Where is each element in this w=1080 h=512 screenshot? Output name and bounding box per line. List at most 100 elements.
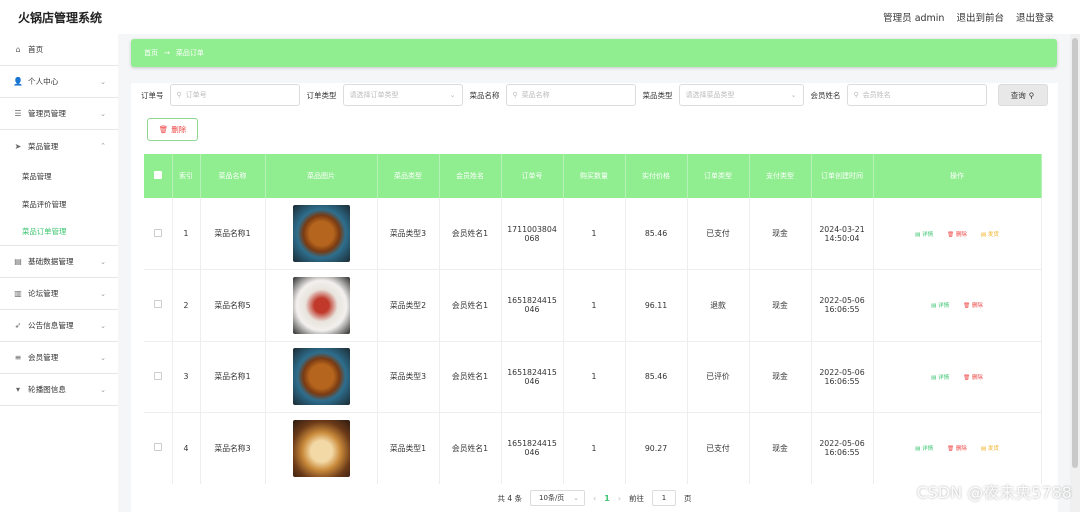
- prev-page-button[interactable]: ‹: [593, 494, 596, 503]
- home-icon: ⌂: [15, 45, 21, 54]
- table-row: 2 菜品名称5 菜品类型2 会员姓名1 1651824415 046 1 96.1…: [144, 269, 1042, 342]
- column-header[interactable]: 会员姓名: [439, 154, 502, 198]
- sidebar-item-personal-center[interactable]: 👤 个人中心 ⌄: [0, 66, 118, 98]
- dish-type-cell: 菜品类型1: [377, 412, 440, 485]
- delete-button[interactable]: 🗑 删除: [947, 230, 967, 238]
- pay-type-cell: 现金: [749, 341, 812, 413]
- column-header[interactable]: 购买数量: [563, 154, 626, 198]
- order-no-line2: 068: [524, 233, 540, 243]
- table-row: 4 菜品名称3 菜品类型1 会员姓名1 1651824415 046 1 90.2…: [144, 412, 1042, 485]
- column-header[interactable]: 支付类型: [749, 154, 812, 198]
- search-icon: ⚲: [853, 91, 859, 99]
- next-page-button[interactable]: ›: [618, 494, 621, 503]
- dish-image[interactable]: [292, 276, 350, 334]
- column-header[interactable]: 菜品名称: [200, 154, 266, 198]
- index-cell: 4: [172, 412, 201, 485]
- dish-type-select[interactable]: 请选择菜品类型 ⌄: [678, 84, 804, 106]
- sidebar-subitem-dish[interactable]: 菜品管理: [0, 162, 118, 190]
- dish-image[interactable]: [292, 419, 350, 477]
- order-type-select[interactable]: 请选择订单类型 ⌄: [342, 84, 463, 106]
- column-header[interactable]: 菜品图片: [265, 154, 378, 198]
- scrollbar-thumb[interactable]: [1072, 38, 1078, 468]
- sidebar-item-carousel[interactable]: ▾ 轮播图信息 ⌄: [0, 374, 118, 406]
- delete-button[interactable]: 🗑 删除: [963, 373, 983, 381]
- detail-button[interactable]: ▤ 详情: [915, 230, 933, 238]
- sidebar-item-label: 首页: [28, 45, 44, 54]
- sidebar-item-forum[interactable]: ▥ 论坛管理 ⌄: [0, 278, 118, 310]
- vertical-scrollbar[interactable]: [1070, 34, 1080, 512]
- dish-image[interactable]: [292, 205, 350, 262]
- ship-button[interactable]: ▤ 发货: [981, 444, 999, 452]
- dish-name-placeholder: 菜品名称: [521, 91, 550, 99]
- created-date: 2022-05-06: [819, 439, 865, 449]
- delete-button[interactable]: 🗑 删除: [963, 301, 983, 309]
- order-no-line1: 1711003804: [507, 224, 557, 234]
- column-header[interactable]: 订单类型: [687, 154, 750, 198]
- detail-button[interactable]: ▤ 详情: [915, 444, 933, 452]
- column-header[interactable]: 订单创建时间: [811, 154, 874, 198]
- sidebar-item-home[interactable]: ⌂ 首页: [0, 34, 118, 66]
- goto-page-input[interactable]: 1: [652, 490, 677, 506]
- member-name-input[interactable]: ⚲ 会员姓名: [846, 84, 987, 106]
- detail-button[interactable]: ▤ 详情: [931, 373, 949, 381]
- column-header[interactable]: 实付价格: [625, 154, 688, 198]
- sidebar-item-member[interactable]: ≡ 会员管理 ⌄: [0, 342, 118, 374]
- member-name-cell: 会员姓名1: [439, 341, 502, 413]
- admin-user-label: 管理员 admin: [883, 13, 945, 24]
- row-checkbox[interactable]: [153, 371, 162, 380]
- order-type-cell: 已支付: [687, 412, 750, 485]
- row-checkbox[interactable]: [153, 300, 162, 309]
- member-name-cell: 会员姓名1: [439, 198, 502, 270]
- created-time-cell: 2022-05-06 16:06:55: [811, 341, 874, 413]
- top-bar: 火锅店管理系统 管理员 admin 退出到前台 退出登录: [0, 0, 1080, 34]
- order-no-input[interactable]: ⚲ 订单号: [169, 84, 300, 106]
- arrow-right-icon: →: [164, 49, 170, 57]
- logout-link[interactable]: 退出登录: [1016, 10, 1054, 24]
- row-select-cell[interactable]: [144, 412, 173, 485]
- price-cell: 85.46: [625, 341, 688, 413]
- order-no-cell: 1651824415 046: [501, 412, 564, 485]
- select-all-checkbox[interactable]: [153, 171, 162, 179]
- sidebar-item-basic-data[interactable]: ▤ 基础数据管理 ⌄: [0, 246, 118, 278]
- sidebar-item-announcement[interactable]: ➶ 公告信息管理 ⌄: [0, 310, 118, 342]
- query-button[interactable]: 查询 ⚲: [997, 84, 1048, 106]
- select-all-cell[interactable]: [144, 154, 173, 198]
- created-time: 16:06:55: [824, 448, 860, 458]
- detail-button[interactable]: ▤ 详情: [931, 301, 949, 309]
- chevron-down-icon: ⌄: [449, 91, 456, 99]
- exit-to-front-link[interactable]: 退出到前台: [956, 10, 1004, 24]
- dish-image[interactable]: [292, 348, 350, 406]
- row-checkbox[interactable]: [153, 443, 162, 452]
- delete-label: 删除: [955, 231, 967, 238]
- price-cell: 96.11: [625, 269, 688, 342]
- row-select-cell[interactable]: [144, 269, 173, 342]
- dish-name-input[interactable]: ⚲ 菜品名称: [505, 84, 636, 106]
- sidebar-item-dish-management[interactable]: ➤ 菜品管理 ⌃: [0, 130, 118, 162]
- sidebar-item-admin-management[interactable]: ☰ 管理员管理 ⌄: [0, 98, 118, 130]
- page-size-select[interactable]: 10条/页 ⌄: [530, 490, 586, 506]
- ship-button[interactable]: ▤ 发货: [981, 230, 999, 238]
- delete-button[interactable]: 🗑 删除: [947, 444, 967, 452]
- quantity-cell: 1: [563, 412, 626, 485]
- row-select-cell[interactable]: [144, 198, 173, 270]
- column-header[interactable]: 索引: [172, 154, 201, 198]
- sidebar-subitem-dish-review[interactable]: 菜品评价管理: [0, 190, 118, 218]
- dish-name-cell: 菜品名称1: [200, 341, 266, 413]
- row-checkbox[interactable]: [153, 228, 162, 237]
- column-header[interactable]: 菜品类型: [377, 154, 440, 198]
- batch-delete-button[interactable]: 🗑 删除: [147, 118, 198, 141]
- breadcrumb-home[interactable]: 首页: [144, 48, 158, 58]
- price-cell: 90.27: [625, 412, 688, 485]
- column-header[interactable]: 订单号: [501, 154, 564, 198]
- created-time: 14:50:04: [824, 233, 860, 243]
- sidebar-item-label: 基础数据管理: [28, 257, 74, 266]
- quantity-cell: 1: [563, 198, 626, 270]
- search-icon: ⚲: [1028, 90, 1035, 100]
- row-select-cell[interactable]: [144, 341, 173, 413]
- trash-icon: 🗑: [158, 125, 169, 134]
- sidebar-item-label: 轮播图信息: [28, 385, 66, 394]
- list-icon: ≡: [14, 353, 22, 362]
- sidebar-subitem-dish-order[interactable]: 菜品订单管理: [0, 218, 118, 246]
- detail-label: 详情: [922, 231, 934, 238]
- current-page[interactable]: 1: [604, 494, 610, 503]
